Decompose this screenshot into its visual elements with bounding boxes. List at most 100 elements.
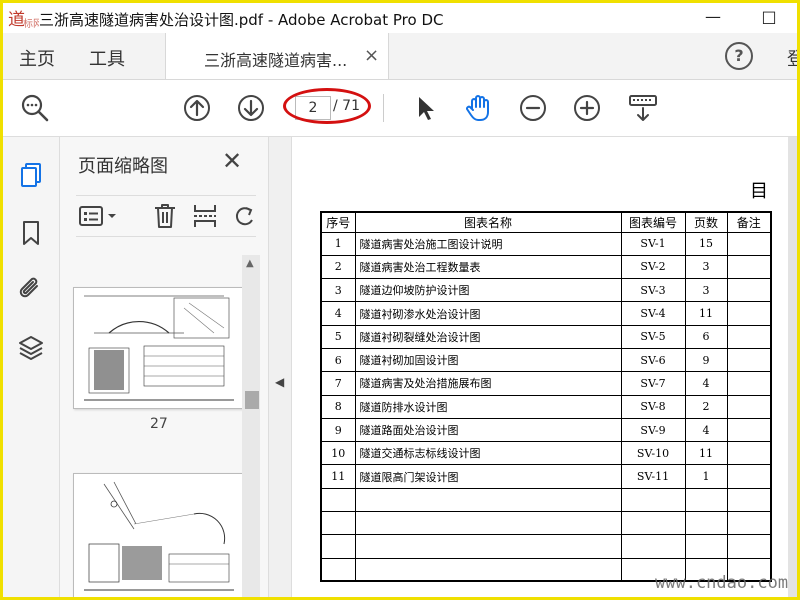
table-cell: 7: [320, 371, 356, 396]
table-cell: 1: [684, 464, 728, 489]
hand-tool-icon[interactable]: [463, 92, 495, 124]
table-cell: 隧道防排水设计图: [354, 394, 622, 419]
table-cell: [726, 534, 772, 559]
page-up-icon[interactable]: [181, 92, 213, 124]
table-header-row: 序号 图表名称 图表编号 页数 备注: [320, 211, 772, 233]
table-cell: 11: [684, 301, 728, 326]
table-cell: [726, 394, 772, 419]
panel-collapse-strip[interactable]: ◀: [269, 137, 292, 597]
tab-document[interactable]: 三浙高速隧道病害... ×: [165, 33, 389, 79]
column-header: 页数: [684, 211, 728, 233]
table-cell: [726, 278, 772, 303]
column-header: 备注: [726, 211, 772, 233]
table-row: 6 隧道衬砌加固设计图 SV-6 9: [320, 347, 772, 373]
table-row: 3 隧道边仰坡防护设计图 SV-3 3: [320, 278, 772, 303]
table-cell: [320, 557, 356, 582]
minimize-button[interactable]: —: [701, 5, 725, 29]
table-cell: SV-7: [620, 371, 686, 396]
table-cell: [620, 487, 686, 513]
page-thumbnails-icon[interactable]: [17, 161, 45, 189]
tab-tools[interactable]: 工具: [89, 45, 125, 71]
table-cell: SV-11: [620, 464, 686, 489]
page-thumbnail[interactable]: [73, 473, 245, 597]
thumbnail-page-label: 27: [150, 416, 168, 432]
table-cell: [320, 534, 356, 559]
layers-icon[interactable]: [17, 333, 45, 361]
keyboard-scroll-icon[interactable]: [627, 92, 659, 124]
svg-text:标网: 标网: [23, 18, 39, 30]
table-cell: [684, 534, 728, 559]
attachment-icon[interactable]: [17, 275, 45, 303]
insert-pages-icon[interactable]: [192, 202, 218, 230]
table-body: 1 隧道病害处治施工图设计说明 SV-1 15 2 隧道病害处治工程数量表 SV-2 3 3 隧道…: [320, 231, 772, 582]
tab-home[interactable]: 主页: [19, 45, 55, 71]
table-cell: SV-5: [620, 324, 686, 349]
table-cell: [726, 301, 772, 326]
zoom-in-icon[interactable]: [571, 92, 603, 124]
help-icon[interactable]: ?: [725, 42, 753, 70]
table-cell: SV-4: [620, 301, 686, 326]
annotation-ellipse: [283, 88, 371, 124]
thumbnail-scrollbar[interactable]: ▲: [242, 255, 260, 597]
close-tab-button[interactable]: ×: [364, 45, 379, 66]
thumbnail-options-icon[interactable]: [78, 204, 118, 228]
table-cell: SV-9: [620, 417, 686, 443]
table-cell: [726, 464, 772, 489]
scrollbar-thumb[interactable]: [245, 391, 259, 409]
site-logo: 道 标网: [8, 10, 39, 30]
table-cell: 4: [684, 417, 728, 443]
table-cell: [684, 487, 728, 513]
table-cell: 9: [684, 347, 728, 373]
table-row: 4 隧道衬砌渗水处治设计图 SV-4 11: [320, 301, 772, 326]
sign-in-button[interactable]: 登: [787, 45, 797, 71]
column-header: 图表名称: [354, 211, 622, 233]
table-cell: [726, 231, 772, 256]
table-cell: 3: [320, 278, 356, 303]
collapse-arrow-icon[interactable]: ◀: [275, 375, 284, 389]
table-row: 10 隧道交通标志标线设计图 SV-10 11: [320, 441, 772, 466]
table-cell: 15: [684, 231, 728, 256]
bookmark-icon[interactable]: [17, 219, 45, 247]
thumbnails-panel: 页面缩略图 ✕ 27 ▲: [60, 137, 269, 597]
table-cell: [726, 254, 772, 280]
table-cell: 隧道病害及处治措施展布图: [354, 371, 622, 396]
tab-bar: 主页 工具 三浙高速隧道病害... × ? 登: [3, 33, 797, 80]
table-cell: 隧道限高门架设计图: [354, 464, 622, 489]
panel-title: 页面缩略图: [78, 156, 168, 177]
zoom-out-icon[interactable]: [517, 92, 549, 124]
watermark-text: www.cndao.com: [655, 573, 789, 593]
table-cell: 4: [684, 371, 728, 396]
page-thumbnail[interactable]: [73, 287, 245, 409]
table-cell: 隧道衬砌加固设计图: [354, 347, 622, 373]
table-row: 7 隧道病害及处治措施展布图 SV-7 4: [320, 371, 772, 396]
table-cell: [684, 511, 728, 536]
table-cell: 隧道衬砌渗水处治设计图: [354, 301, 622, 326]
table-cell: 隧道路面处治设计图: [354, 417, 622, 443]
table-cell: [620, 511, 686, 536]
main-toolbar: 2 / 71: [3, 80, 797, 137]
maximize-button[interactable]: □: [757, 5, 781, 29]
title-bar: 道 标网 三浙高速隧道病害处治设计图.pdf - Adobe Acrobat P…: [3, 3, 797, 33]
page-down-icon[interactable]: [235, 92, 267, 124]
rotate-icon[interactable]: [232, 202, 256, 230]
delete-icon[interactable]: [152, 202, 178, 230]
select-arrow-icon[interactable]: [409, 92, 441, 124]
table-cell: [726, 511, 772, 536]
table-cell: [726, 371, 772, 396]
table-cell: [726, 347, 772, 373]
table-cell: [726, 487, 772, 513]
table-row-empty: [320, 511, 772, 536]
scroll-up-icon[interactable]: ▲: [246, 258, 254, 269]
column-header: 图表编号: [620, 211, 686, 233]
close-panel-button[interactable]: ✕: [222, 147, 242, 175]
table-cell: 6: [684, 324, 728, 349]
table-cell: 3: [684, 278, 728, 303]
column-header: 序号: [320, 211, 356, 233]
search-zoom-icon[interactable]: [19, 92, 51, 124]
table-cell: 3: [684, 254, 728, 280]
document-tab-label: 三浙高速隧道病害...: [204, 51, 348, 70]
table-cell: 隧道交通标志标线设计图: [354, 441, 622, 466]
table-cell: [320, 511, 356, 536]
table-row-empty: [320, 487, 772, 513]
panel-toolbar: [76, 195, 256, 237]
